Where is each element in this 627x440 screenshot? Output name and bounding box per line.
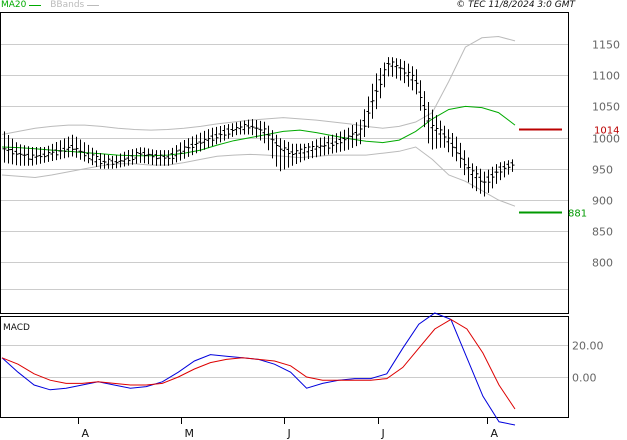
price-tick-label: 1050 bbox=[592, 101, 620, 114]
price-tick-label: 950 bbox=[592, 164, 613, 177]
x-tick-label: A bbox=[82, 427, 90, 440]
chart-svg: 80085090095010001050110011500.0020.00A M J… bbox=[0, 12, 620, 440]
chart-root: MA20 BBands © TEC 11/8/2024 3:0 GMT 800 8… bbox=[0, 0, 627, 440]
x-tick-label: J bbox=[287, 427, 291, 440]
price-tick-label: 1100 bbox=[592, 70, 620, 83]
price-tick-label: 900 bbox=[592, 195, 613, 208]
price-tick-label: 1150 bbox=[592, 39, 620, 52]
price-tick-label: 850 bbox=[592, 226, 613, 239]
x-tick-label: M bbox=[185, 427, 195, 440]
macd-tick-label: 20.00 bbox=[572, 340, 604, 353]
level-label-881: 881 bbox=[568, 209, 587, 220]
macd-panel-label: MACD bbox=[3, 323, 30, 333]
macd-tick-label: 0.00 bbox=[572, 372, 597, 385]
level-label-1014: 1014 bbox=[594, 126, 619, 137]
x-tick-label: J bbox=[381, 427, 385, 440]
x-tick-label: A bbox=[491, 427, 499, 440]
macd-panel-frame bbox=[0, 316, 569, 418]
price-tick-label: 800 bbox=[592, 257, 613, 270]
